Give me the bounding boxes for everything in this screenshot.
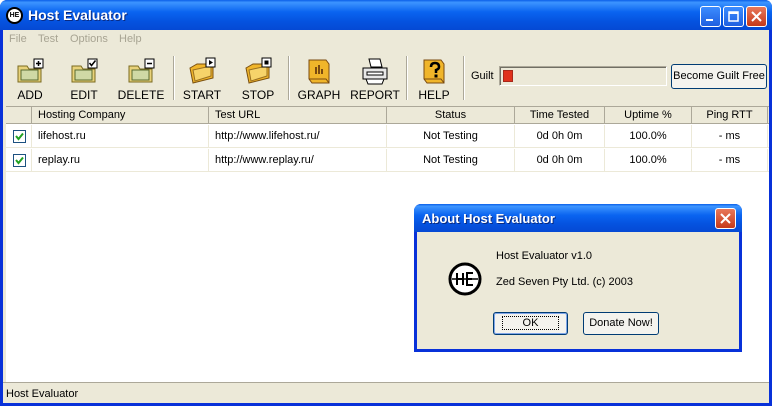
folder-edit-icon [71,58,98,83]
table-header: Hosting Company Test URL Status Time Tes… [6,107,769,124]
row-checkbox-cell [6,125,32,148]
header-test-url[interactable]: Test URL [209,107,387,124]
table-row[interactable]: lifehost.ru http://www.lifehost.ru/ Not … [6,125,769,148]
toolbar-separator [406,56,408,100]
header-time-tested[interactable]: Time Tested [515,107,605,124]
book-graph-icon [308,59,330,84]
donate-now-button[interactable]: Donate Now! [583,312,659,335]
edit-button[interactable]: EDIT [61,52,107,102]
cell-uptime: 100.0% [605,149,692,172]
cell-test-url: http://www.lifehost.ru/ [209,125,387,148]
guilt-meter-fill [503,70,513,82]
report-button[interactable]: REPORT [347,52,403,102]
toolbar-separator [173,56,175,100]
header-hosting-company[interactable]: Hosting Company [32,107,209,124]
header-status[interactable]: Status [387,107,515,124]
toolbar-separator [288,56,290,100]
checkmark-icon [15,156,24,165]
become-guilt-free-button[interactable]: Become Guilt Free [671,64,767,89]
folder-play-icon [189,57,216,84]
guilt-label: Guilt [471,70,494,82]
cell-hosting-company: replay.ru [32,149,209,172]
ok-button[interactable]: OK [493,312,568,335]
cell-uptime: 100.0% [605,125,692,148]
printer-icon [362,58,388,85]
row-checkbox[interactable] [13,154,26,167]
close-icon [720,213,731,224]
folder-delete-icon [128,58,155,83]
help-label: HELP [418,88,450,102]
help-button[interactable]: HELP [411,52,457,102]
menu-test[interactable]: Test [38,33,58,45]
toolbar-separator [463,56,465,100]
window-title: Host Evaluator [28,7,127,23]
host-evaluator-logo-icon [448,262,482,296]
ok-label: OK [501,316,560,330]
dialog-close-button[interactable] [715,208,736,229]
dialog-version-text: Host Evaluator v1.0 [496,250,592,262]
status-bar: Host Evaluator [3,382,769,403]
folder-stop-icon [245,57,272,84]
dialog-title: About Host Evaluator [422,211,555,226]
close-button[interactable] [746,6,767,27]
book-help-icon [423,59,445,84]
dialog-title-bar[interactable]: About Host Evaluator [414,204,742,232]
menu-options[interactable]: Options [70,33,108,45]
row-checkbox[interactable] [13,130,26,143]
cell-time-tested: 0d 0h 0m [515,125,605,148]
delete-label: DELETE [117,88,165,102]
cell-ping-rtt: - ms [692,149,768,172]
menu-bar: File Test Options Help [3,30,769,49]
header-ping-rtt[interactable]: Ping RTT [692,107,768,124]
report-label: REPORT [350,88,400,102]
dialog-copyright-text: Zed Seven Pty Ltd. (c) 2003 [496,276,633,288]
cell-hosting-company: lifehost.ru [32,125,209,148]
menu-file[interactable]: File [9,33,27,45]
menu-help[interactable]: Help [119,33,142,45]
graph-label: GRAPH [297,88,341,102]
title-bar[interactable]: HE Host Evaluator [0,0,772,30]
start-label: START [182,88,222,102]
status-text: Host Evaluator [6,388,79,400]
table-row[interactable]: replay.ru http://www.replay.ru/ Not Test… [6,149,769,172]
cell-time-tested: 0d 0h 0m [515,149,605,172]
dialog-body: Host Evaluator v1.0 Zed Seven Pty Ltd. (… [417,232,739,349]
folder-add-icon [17,58,44,83]
cell-test-url: http://www.replay.ru/ [209,149,387,172]
row-checkbox-cell [6,149,32,172]
minimize-button[interactable] [700,6,721,27]
stop-label: STOP [241,88,275,102]
host-evaluator-logo-icon[interactable]: HE [6,7,23,24]
cell-ping-rtt: - ms [692,125,768,148]
start-button[interactable]: START [179,52,225,102]
maximize-button[interactable] [723,6,744,27]
header-uptime[interactable]: Uptime % [605,107,692,124]
graph-button[interactable]: GRAPH [293,52,345,102]
about-dialog: About Host Evaluator Host Evaluator v1.0… [414,204,742,352]
header-checkbox-column[interactable] [6,107,32,124]
guilt-meter [499,66,667,86]
add-button[interactable]: ADD [7,52,53,102]
cell-status: Not Testing [387,125,515,148]
edit-label: EDIT [70,88,98,102]
stop-button[interactable]: STOP [235,52,281,102]
delete-button[interactable]: DELETE [113,52,169,102]
cell-status: Not Testing [387,149,515,172]
checkmark-icon [15,132,24,141]
add-label: ADD [17,88,43,102]
